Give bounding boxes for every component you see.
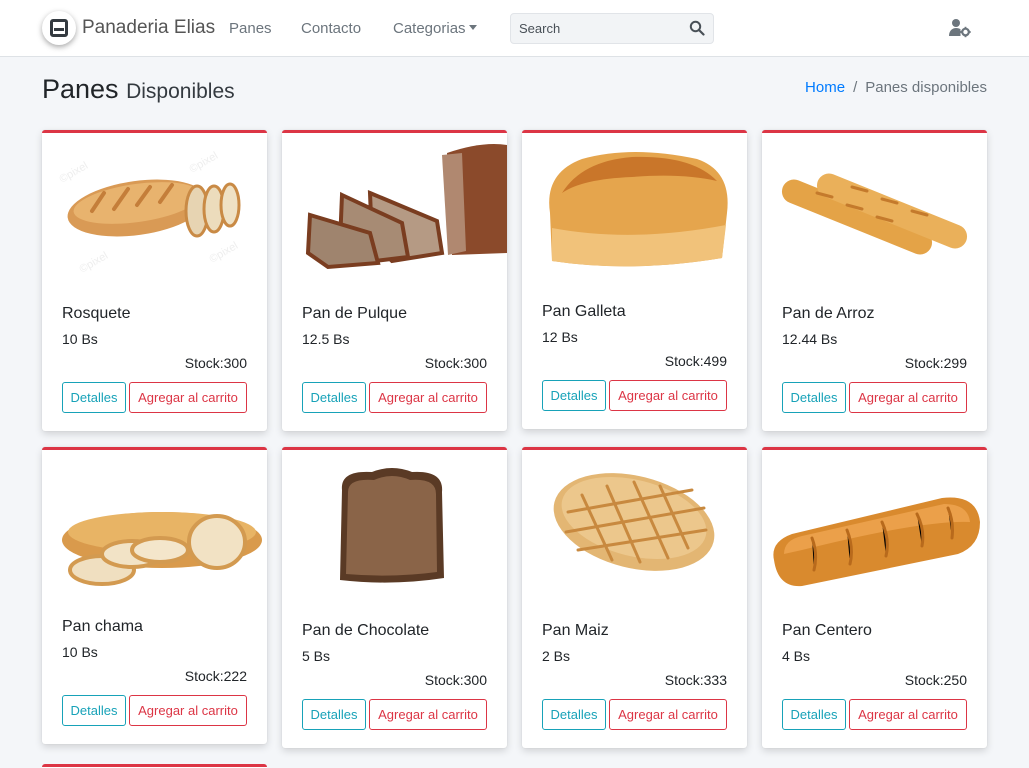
product-price: 5 Bs: [302, 648, 331, 664]
brand-logo[interactable]: [42, 11, 76, 45]
product-image-sliced-baguette: ©pixel ©pixel©pixel ©pixel: [42, 133, 267, 283]
brand-name[interactable]: Panaderia Elias: [82, 17, 215, 39]
page-title: Panes Disponibles: [42, 74, 235, 105]
product-card: Pan Centero 4 Bs Stock:250 Detalles Agre…: [762, 447, 987, 748]
top-navbar: Panaderia Elias Panes Contacto Categoria…: [0, 0, 1029, 57]
add-to-cart-button[interactable]: Agregar al carrito: [849, 699, 967, 730]
details-button[interactable]: Detalles: [302, 382, 366, 413]
add-to-cart-button[interactable]: Agregar al carrito: [369, 382, 487, 413]
product-name: Rosquete: [62, 305, 131, 322]
product-price: 4 Bs: [782, 648, 811, 664]
add-to-cart-button[interactable]: Agregar al carrito: [129, 382, 247, 413]
product-image-white-loaf: [522, 133, 747, 283]
breadcrumb: Home / Panes disponibles: [805, 79, 987, 96]
add-to-cart-button[interactable]: Agregar al carrito: [609, 380, 727, 411]
details-button[interactable]: Detalles: [782, 699, 846, 730]
product-card: Pan de Pulque 12.5 Bs Stock:300 Detalles…: [282, 130, 507, 431]
product-name: Pan de Chocolate: [302, 622, 430, 639]
product-stock: Stock:222: [184, 668, 247, 684]
product-image-two-baguettes: [762, 133, 987, 283]
product-image-chocolate-slice: [282, 450, 507, 600]
product-image-long-golden-loaf: [762, 450, 987, 600]
product-stock: Stock:499: [664, 353, 727, 369]
product-card: ©pixel ©pixel ©pixel ©pixel Rosquete 10 Bs …: [42, 130, 267, 431]
details-button[interactable]: Detalles: [542, 380, 606, 411]
product-stock: Stock:333: [664, 672, 727, 688]
product-card: Pan Galleta 12 Bs Stock:499 Detalles Agr…: [522, 130, 747, 429]
nav-link-panes[interactable]: Panes: [229, 20, 272, 37]
details-button[interactable]: Detalles: [542, 699, 606, 730]
product-price: 2 Bs: [542, 648, 571, 664]
product-name: Pan de Arroz: [782, 305, 875, 322]
nav-dropdown-label: Categorias: [393, 20, 466, 37]
details-button[interactable]: Detalles: [62, 695, 126, 726]
search-input[interactable]: [511, 14, 681, 43]
product-image-sliced-rye-loaf: [282, 133, 507, 283]
nav-link-contacto[interactable]: Contacto: [301, 20, 361, 37]
search-icon[interactable]: [689, 20, 705, 36]
page-title-main: Panes: [42, 74, 119, 104]
nav-dropdown-categorias[interactable]: Categorias: [393, 20, 477, 37]
product-image-sliced-loaf: [42, 450, 267, 600]
product-stock: Stock:250: [904, 672, 967, 688]
details-button[interactable]: Detalles: [782, 382, 846, 413]
add-to-cart-button[interactable]: Agregar al carrito: [849, 382, 967, 413]
product-price: 12.44 Bs: [782, 331, 838, 347]
search-form: [510, 13, 714, 44]
product-stock: Stock:300: [424, 355, 487, 371]
add-to-cart-button[interactable]: Agregar al carrito: [609, 699, 727, 730]
product-price: 10 Bs: [62, 331, 98, 347]
breadcrumb-separator: /: [853, 79, 858, 96]
breadcrumb-current: Panes disponibles: [865, 79, 987, 96]
product-price: 10 Bs: [62, 644, 98, 660]
product-price: 12.5 Bs: [302, 331, 350, 347]
add-to-cart-button[interactable]: Agregar al carrito: [369, 699, 487, 730]
product-name: Pan Galleta: [542, 303, 626, 320]
product-card: Pan de Arroz 12.44 Bs Stock:299 Detalles…: [762, 130, 987, 431]
details-button[interactable]: Detalles: [62, 382, 126, 413]
details-button[interactable]: Detalles: [302, 699, 366, 730]
product-card-partial: [42, 764, 267, 768]
caret-down-icon: [468, 25, 477, 30]
product-name: Pan chama: [62, 618, 143, 635]
product-stock: Stock:299: [904, 355, 967, 371]
product-card: Pan chama 10 Bs Stock:222 Detalles Agreg…: [42, 447, 267, 744]
page-subtitle: Disponibles: [126, 80, 235, 103]
product-stock: Stock:300: [184, 355, 247, 371]
breadcrumb-home[interactable]: Home: [805, 79, 845, 96]
product-price: 12 Bs: [542, 329, 578, 345]
product-card: Pan de Chocolate 5 Bs Stock:300 Detalles…: [282, 447, 507, 748]
add-to-cart-button[interactable]: Agregar al carrito: [129, 695, 247, 726]
product-name: Pan Maiz: [542, 622, 609, 639]
product-name: Pan Centero: [782, 622, 872, 639]
product-stock: Stock:300: [424, 672, 487, 688]
product-name: Pan de Pulque: [302, 305, 407, 322]
user-settings-icon[interactable]: [949, 18, 971, 38]
product-image-scored-corn-loaf: [522, 450, 747, 600]
product-card: Pan Maiz 2 Bs Stock:333 Detalles Agregar…: [522, 447, 747, 748]
